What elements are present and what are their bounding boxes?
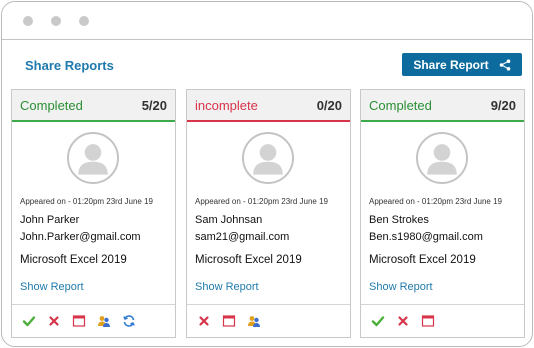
score-badge: 5/20 — [141, 97, 167, 113]
card-actions — [187, 304, 350, 337]
status-label: Completed — [369, 97, 432, 113]
avatar — [416, 132, 468, 184]
reject-cross-icon[interactable] — [196, 313, 212, 329]
show-report-link[interactable]: Show Report — [369, 281, 433, 293]
user-name: John Parker — [20, 214, 80, 226]
user-placeholder-icon — [427, 144, 457, 175]
appeared-on-text: Appeared on - 01:20pm 23rd June 19 — [369, 197, 502, 206]
reject-cross-icon[interactable] — [395, 313, 411, 329]
card-header: incomplete 0/20 — [187, 90, 350, 122]
refresh-icon[interactable] — [121, 313, 137, 329]
window-titlebar — [2, 2, 532, 40]
user-email: Ben.s1980@gmail.com — [369, 231, 483, 243]
user-email: sam21@gmail.com — [195, 231, 290, 243]
report-card: incomplete 0/20 Appeared on - 01:20pm 23… — [186, 89, 351, 338]
status-label: Completed — [20, 97, 83, 113]
users-group-icon[interactable] — [96, 313, 112, 329]
window-report-icon[interactable] — [420, 313, 436, 329]
app-window: Share Reports Share Report Completed 5/2… — [1, 1, 533, 347]
avatar — [242, 132, 294, 184]
user-placeholder-icon — [253, 144, 283, 175]
window-dot-icon — [79, 15, 89, 26]
reject-cross-icon[interactable] — [46, 313, 62, 329]
score-badge: 9/20 — [490, 97, 516, 113]
user-name: Sam Johnsan — [195, 214, 263, 226]
appeared-on-text: Appeared on - 01:20pm 23rd June 19 — [195, 197, 328, 206]
card-header: Completed 9/20 — [361, 90, 524, 122]
course-name: Microsoft Excel 2019 — [369, 254, 476, 266]
users-group-icon[interactable] — [246, 313, 262, 329]
user-placeholder-icon — [78, 144, 108, 175]
appeared-on-text: Appeared on - 01:20pm 23rd June 19 — [20, 197, 153, 206]
share-icon — [499, 58, 510, 71]
show-report-link[interactable]: Show Report — [20, 281, 84, 293]
window-dot-icon — [23, 15, 33, 26]
course-name: Microsoft Excel 2019 — [195, 254, 302, 266]
status-label: incomplete — [195, 97, 258, 113]
avatar — [67, 132, 119, 184]
share-report-button[interactable]: Share Report — [402, 53, 522, 76]
window-dot-icon — [51, 15, 61, 26]
user-email: John.Parker@gmail.com — [20, 231, 141, 243]
card-actions — [12, 304, 175, 337]
show-report-link[interactable]: Show Report — [195, 281, 259, 293]
card-header: Completed 5/20 — [12, 90, 175, 122]
share-report-label: Share Report — [413, 57, 489, 72]
report-card: Completed 5/20 Appeared on - 01:20pm 23r… — [11, 89, 176, 338]
card-actions — [361, 304, 524, 337]
page-title: Share Reports — [25, 58, 114, 73]
approve-check-icon[interactable] — [370, 313, 386, 329]
course-name: Microsoft Excel 2019 — [20, 254, 127, 266]
score-badge: 0/20 — [316, 97, 342, 113]
user-name: Ben Strokes — [369, 214, 429, 226]
window-report-icon[interactable] — [71, 313, 87, 329]
approve-check-icon[interactable] — [21, 313, 37, 329]
report-card: Completed 9/20 Appeared on - 01:20pm 23r… — [360, 89, 525, 338]
window-report-icon[interactable] — [221, 313, 237, 329]
header-bar: Share Reports Share Report — [2, 52, 532, 78]
